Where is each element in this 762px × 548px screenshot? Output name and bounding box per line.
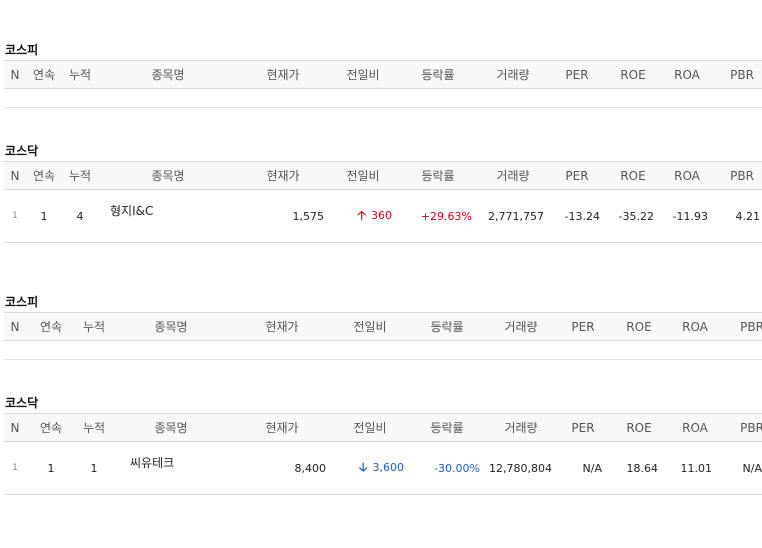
col-name: 종목명 (151, 169, 185, 183)
price-cell: 1,575 (292, 209, 325, 223)
volume-cell: 2,771,757 (488, 209, 544, 223)
col-total: 누적 (82, 320, 106, 334)
col-roa: ROA (674, 168, 700, 183)
col-rate: 등락률 (421, 169, 455, 183)
empty-row (4, 88, 762, 108)
section-title-kospi: 코스피 (5, 295, 39, 309)
section-title-kosdaq: 코스닥 (5, 396, 39, 410)
col-name: 종목명 (151, 68, 185, 82)
total-cell: 1 (90, 461, 98, 475)
col-per: PER (571, 319, 595, 334)
table-header-row: N 연속 누적 종목명 현재가 전일비 등락률 거래량 PER ROE ROA … (4, 413, 762, 442)
col-price: 현재가 (266, 68, 300, 82)
col-n: N (10, 67, 20, 82)
col-roa: ROA (674, 67, 700, 82)
table-row[interactable]: 1 1 4 형지I&C 1,575 🡡 360 +29.63% 2,771,757… (4, 190, 762, 243)
col-per: PER (571, 420, 595, 435)
kospi-table: N 연속 누적 종목명 현재가 전일비 등락률 거래량 PER ROE ROA … (4, 312, 762, 360)
col-streak: 연속 (39, 421, 63, 435)
col-n: N (10, 168, 20, 183)
col-roa: ROA (682, 420, 708, 435)
col-streak: 연속 (32, 169, 56, 183)
rank-cell: 1 (12, 211, 18, 221)
roe-cell: 18.64 (626, 461, 659, 475)
rank-cell: 1 (12, 463, 18, 473)
col-pbr: PBR (730, 67, 754, 82)
col-roe: ROE (620, 168, 646, 183)
col-streak: 연속 (32, 68, 56, 82)
table-row[interactable]: 1 1 1 씨유테크 8,400 🡣 3,600 -30.00% 12,780,8… (4, 442, 762, 495)
kosdaq-table: N 연속 누적 종목명 현재가 전일비 등락률 거래량 PER ROE ROA … (4, 413, 762, 495)
col-change: 전일비 (353, 320, 387, 334)
streak-cell: 1 (47, 461, 55, 475)
section-title-kosdaq: 코스닥 (5, 144, 39, 158)
col-roe: ROE (626, 319, 652, 334)
col-n: N (10, 319, 20, 334)
col-pbr: PBR (740, 420, 762, 435)
col-streak: 연속 (39, 320, 63, 334)
stock-name-link[interactable]: 형지I&C (98, 190, 238, 243)
col-rate: 등락률 (430, 421, 464, 435)
col-rate: 등락률 (421, 68, 455, 82)
streak-cell: 1 (40, 209, 48, 223)
col-pbr: PBR (740, 319, 762, 334)
col-per: PER (565, 168, 589, 183)
col-per: PER (565, 67, 589, 82)
arrow-up-icon: 🡡 (357, 207, 366, 222)
table-header-row: N 연속 누적 종목명 현재가 전일비 등락률 거래량 PER ROE ROA … (4, 161, 762, 190)
total-cell: 4 (76, 209, 84, 223)
arrow-down-icon: 🡣 (358, 459, 368, 474)
col-change: 전일비 (346, 68, 380, 82)
col-roe: ROE (620, 67, 646, 82)
per-cell: N/A (582, 461, 602, 475)
col-volume: 거래량 (496, 169, 530, 183)
col-name: 종목명 (154, 421, 188, 435)
pbr-cell: N/A (742, 461, 762, 475)
col-total: 누적 (68, 169, 92, 183)
per-cell: -13.24 (564, 209, 600, 223)
stock-name-link[interactable]: 씨유테크 (112, 442, 230, 495)
col-price: 현재가 (265, 421, 299, 435)
kosdaq-table: N 연속 누적 종목명 현재가 전일비 등락률 거래량 PER ROE ROA … (4, 161, 762, 243)
col-volume: 거래량 (496, 68, 530, 82)
pbr-cell: 4.21 (735, 209, 761, 223)
col-volume: 거래량 (504, 421, 538, 435)
section-title-kospi: 코스피 (5, 43, 39, 57)
empty-row (4, 340, 762, 360)
col-total: 누적 (82, 421, 106, 435)
col-roe: ROE (626, 420, 652, 435)
table-header-row: N 연속 누적 종목명 현재가 전일비 등락률 거래량 PER ROE ROA … (4, 60, 762, 89)
col-price: 현재가 (266, 169, 300, 183)
rate-cell: -30.00% (434, 461, 480, 475)
volume-cell: 12,780,804 (489, 461, 552, 475)
rate-cell: +29.63% (420, 209, 472, 223)
col-price: 현재가 (265, 320, 299, 334)
table-header-row: N 연속 누적 종목명 현재가 전일비 등락률 거래량 PER ROE ROA … (4, 312, 762, 341)
col-change: 전일비 (353, 421, 387, 435)
change-cell: 🡡 360 (328, 190, 398, 243)
price-cell: 8,400 (294, 461, 327, 475)
col-change: 전일비 (346, 169, 380, 183)
col-total: 누적 (68, 68, 92, 82)
col-rate: 등락률 (430, 320, 464, 334)
col-roa: ROA (682, 319, 708, 334)
kospi-table: N 연속 누적 종목명 현재가 전일비 등락률 거래량 PER ROE ROA … (4, 60, 762, 108)
col-volume: 거래량 (504, 320, 538, 334)
change-value: 360 (371, 208, 392, 222)
col-n: N (10, 420, 20, 435)
roe-cell: -35.22 (618, 209, 654, 223)
col-name: 종목명 (154, 320, 188, 334)
roa-cell: -11.93 (672, 209, 708, 223)
roa-cell: 11.01 (680, 461, 713, 475)
col-pbr: PBR (730, 168, 754, 183)
change-cell: 🡣 3,600 (334, 442, 406, 495)
change-value: 3,600 (372, 460, 405, 474)
